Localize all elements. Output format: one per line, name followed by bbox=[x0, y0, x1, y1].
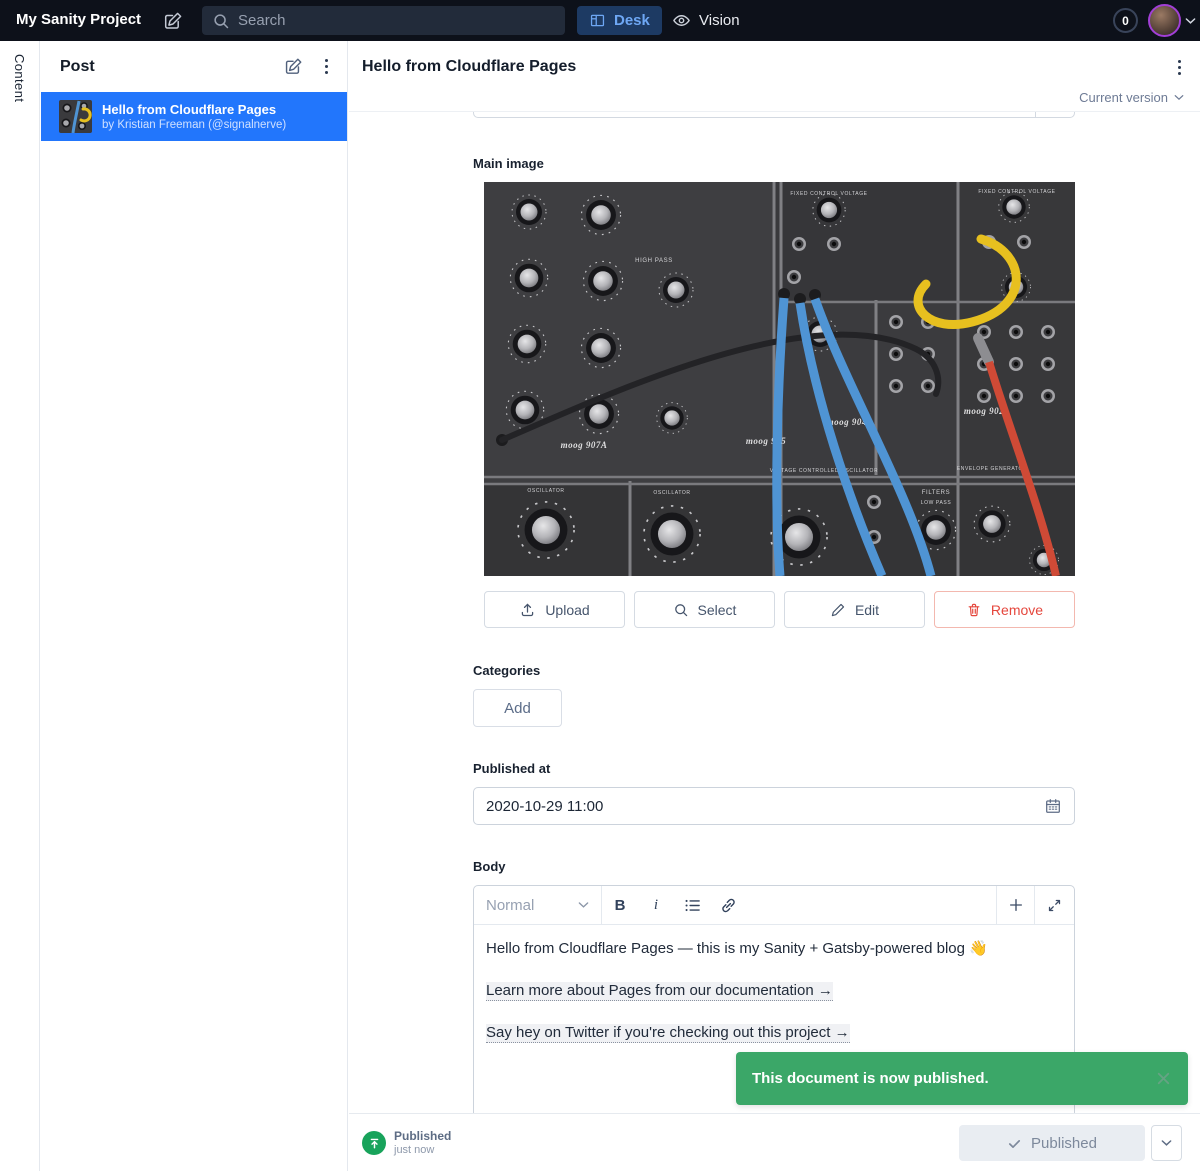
tab-vision-label: Vision bbox=[699, 12, 740, 29]
block-style-select[interactable]: Normal bbox=[474, 886, 602, 924]
photo-label-envelope: ENVELOPE GENERATOR bbox=[957, 466, 1027, 472]
upload-label: Upload bbox=[545, 602, 589, 618]
body-link-twitter[interactable]: Say hey on Twitter if you're checking ou… bbox=[486, 1024, 850, 1043]
version-selector[interactable]: Current version bbox=[1079, 90, 1184, 105]
project-title: My Sanity Project bbox=[16, 11, 141, 28]
main-image-preview[interactable]: FIXED CONTROL VOLTAGE FIXED CONTROL VOLT… bbox=[484, 182, 1075, 576]
sanity-studio: My Sanity Project Desk Vision 0 bbox=[0, 0, 1200, 1171]
edit-label: Edit bbox=[855, 602, 879, 618]
document-menu-button[interactable] bbox=[1172, 56, 1187, 79]
create-post-button[interactable] bbox=[284, 57, 303, 76]
wave-emoji: 👋 bbox=[969, 940, 988, 957]
tab-vision[interactable]: Vision bbox=[660, 6, 752, 35]
image-actions: Upload Select Edit bbox=[484, 591, 1075, 628]
italic-button[interactable]: i bbox=[638, 886, 674, 924]
body-paragraph: Hello from Cloudflare Pages — this is my… bbox=[486, 938, 1062, 960]
document-form: Main image bbox=[349, 112, 1200, 1113]
remove-button[interactable]: Remove bbox=[934, 591, 1075, 628]
document-pane: Hello from Cloudflare Pages Current vers… bbox=[349, 41, 1200, 1171]
photo-label-moog-907a: moog 907A bbox=[561, 440, 608, 450]
body-paragraph: Say hey on Twitter if you're checking ou… bbox=[486, 1022, 1062, 1044]
presence-count: 0 bbox=[1122, 14, 1129, 28]
published-at-label: Published at bbox=[473, 761, 550, 776]
toast-notification: This document is now published. bbox=[736, 1052, 1188, 1105]
select-label: Select bbox=[698, 602, 737, 618]
chevron-down-icon[interactable] bbox=[1185, 17, 1196, 25]
calendar-icon[interactable] bbox=[1044, 797, 1062, 815]
remove-label: Remove bbox=[991, 602, 1043, 618]
tab-desk-label: Desk bbox=[614, 12, 650, 29]
avatar[interactable] bbox=[1148, 4, 1181, 37]
pencil-icon bbox=[830, 602, 846, 618]
photo-label-oscillator-2: OSCILLATOR bbox=[653, 490, 690, 496]
tool-rail: Content bbox=[0, 41, 40, 1171]
pane-menu-button[interactable] bbox=[319, 55, 334, 78]
bullet-list-button[interactable] bbox=[674, 886, 710, 924]
trash-icon bbox=[966, 602, 982, 618]
desk-icon bbox=[589, 12, 606, 29]
published-at-field bbox=[473, 787, 1075, 825]
list-item-subtitle: by Kristian Freeman (@signalnerve) bbox=[102, 119, 286, 131]
post-thumbnail bbox=[59, 100, 92, 133]
version-label: Current version bbox=[1079, 90, 1168, 105]
document-header: Hello from Cloudflare Pages Current vers… bbox=[349, 41, 1200, 112]
bold-button[interactable]: B bbox=[602, 886, 638, 924]
body-label: Body bbox=[473, 859, 506, 874]
body-paragraph: Learn more about Pages from our document… bbox=[486, 980, 1062, 1002]
check-icon bbox=[1007, 1136, 1022, 1151]
insert-block-button[interactable] bbox=[996, 886, 1034, 924]
search-icon bbox=[673, 602, 689, 618]
synthesizer-photo: FIXED CONTROL VOLTAGE FIXED CONTROL VOLT… bbox=[484, 182, 1075, 576]
list-item[interactable]: Hello from Cloudflare Pages by Kristian … bbox=[41, 92, 347, 141]
photo-label-low-pass: LOW PASS bbox=[921, 500, 952, 506]
chevron-down-icon bbox=[578, 901, 589, 909]
block-style-value: Normal bbox=[486, 897, 534, 914]
photo-label-vco: VOLTAGE CONTROLLED OSCILLATOR bbox=[770, 468, 878, 474]
tab-desk[interactable]: Desk bbox=[577, 6, 662, 35]
search-input[interactable] bbox=[238, 12, 555, 29]
publish-menu-button[interactable] bbox=[1151, 1125, 1182, 1161]
navbar: My Sanity Project Desk Vision 0 bbox=[0, 0, 1200, 41]
upload-button[interactable]: Upload bbox=[484, 591, 625, 628]
document-footer: Published just now Published bbox=[349, 1113, 1200, 1171]
add-category-button[interactable]: Add bbox=[473, 689, 562, 727]
document-title: Hello from Cloudflare Pages bbox=[362, 58, 576, 76]
toast-message: This document is now published. bbox=[752, 1070, 989, 1087]
publish-button[interactable]: Published bbox=[959, 1125, 1145, 1161]
photo-label-high-pass: HIGH PASS bbox=[635, 258, 673, 264]
photo-label-fixed-cv-2: FIXED CONTROL VOLTAGE bbox=[978, 189, 1055, 195]
tool-tab-content[interactable]: Content bbox=[12, 54, 27, 102]
eye-icon bbox=[672, 11, 691, 30]
body-link-docs[interactable]: Learn more about Pages from our document… bbox=[486, 982, 833, 1001]
pane-header: Post bbox=[41, 41, 347, 92]
publish-button-label: Published bbox=[1031, 1135, 1097, 1152]
photo-label-fixed-cv-1: FIXED CONTROL VOLTAGE bbox=[790, 191, 867, 197]
search-icon bbox=[212, 12, 230, 30]
close-icon[interactable] bbox=[1155, 1070, 1172, 1087]
upload-icon bbox=[519, 601, 536, 618]
search-bar bbox=[202, 6, 565, 35]
compose-icon bbox=[163, 11, 183, 31]
photo-label-filters: FILTERS bbox=[922, 490, 950, 496]
slug-field-fragment[interactable] bbox=[473, 112, 1075, 118]
link-button[interactable] bbox=[710, 886, 746, 924]
chevron-down-icon bbox=[1174, 94, 1184, 101]
photo-label-moog-902: moog 902 bbox=[964, 406, 1004, 416]
main-image-label: Main image bbox=[473, 156, 544, 171]
publish-status-icon bbox=[362, 1131, 386, 1155]
published-at-input[interactable] bbox=[486, 798, 1044, 815]
select-button[interactable]: Select bbox=[634, 591, 775, 628]
pane-title: Post bbox=[60, 58, 95, 76]
document-list-pane: Post Hello from Cloudflare Pages by Kris… bbox=[41, 41, 348, 1171]
fullscreen-button[interactable] bbox=[1034, 886, 1074, 924]
photo-label-oscillator-1: OSCILLATOR bbox=[527, 488, 564, 494]
new-document-button[interactable] bbox=[160, 8, 186, 34]
publish-time-text: just now bbox=[394, 1144, 434, 1156]
presence-badge[interactable]: 0 bbox=[1113, 8, 1138, 33]
categories-label: Categories bbox=[473, 663, 540, 678]
list-item-title: Hello from Cloudflare Pages bbox=[102, 102, 286, 117]
edit-button[interactable]: Edit bbox=[784, 591, 925, 628]
editor-toolbar: Normal B i bbox=[474, 886, 1074, 925]
publish-status-text: Published bbox=[394, 1129, 451, 1143]
